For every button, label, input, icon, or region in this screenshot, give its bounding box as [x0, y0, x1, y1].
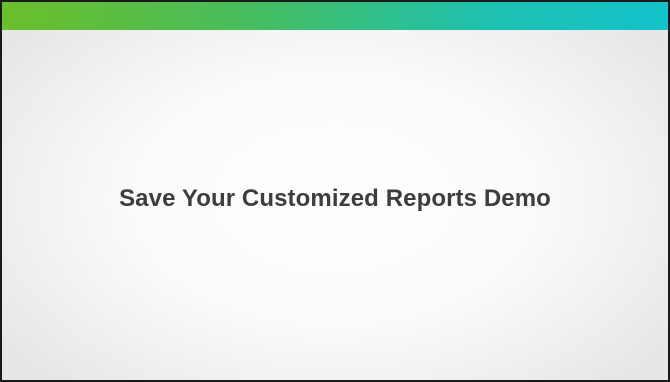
accent-header-bar [2, 2, 668, 30]
slide-title: Save Your Customized Reports Demo [119, 185, 551, 212]
slide: Save Your Customized Reports Demo [0, 0, 670, 382]
